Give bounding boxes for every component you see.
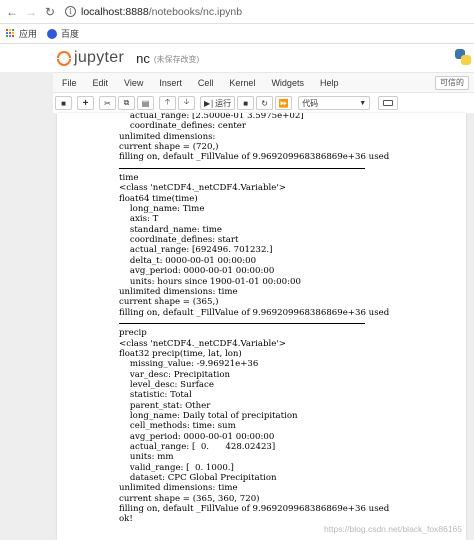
bookmarks-bar: 应用 百度 (0, 24, 474, 44)
output-line: filling on, default _FillValue of 9.9692… (119, 152, 390, 163)
notebook-cell[interactable]: actual_range: [2.5000e-01 3.5975e+02] co… (57, 113, 466, 540)
paste-icon[interactable]: ▤ (137, 96, 154, 110)
chevron-down-icon: ▼ (359, 99, 367, 107)
output-line: time (119, 173, 139, 184)
output-line: unlimited dimensions: time (119, 483, 238, 494)
baidu-paw-icon (47, 28, 58, 39)
menu-insert[interactable]: Insert (151, 78, 190, 88)
copy-icon[interactable]: ⧉ (118, 96, 135, 110)
output-line: valid_range: [ 0. 1000.] (119, 462, 234, 473)
output-line: parent_stat: Other (119, 400, 211, 411)
output-line: cell_methods: time: sum (119, 421, 236, 432)
cell-output: actual_range: [2.5000e-01 3.5975e+02] co… (119, 113, 464, 525)
add-cell-icon[interactable]: + (77, 96, 94, 110)
output-line: current shape = (720,) (119, 142, 219, 153)
move-down-icon[interactable]: 🡣 (178, 96, 195, 110)
python-logo-icon (455, 49, 471, 65)
apps-grid-icon (6, 29, 15, 38)
restart-icon[interactable]: ↻ (256, 96, 274, 110)
output-line: long_name: Time (119, 204, 205, 215)
output-line: avg_period: 0000-00-01 00:00:00 (119, 431, 275, 442)
jupyter-header: jupyter nc (未保存改变) (0, 44, 474, 72)
output-line: long_name: Daily total of precipitation (119, 410, 298, 421)
cell-type-value: 代码 (302, 98, 319, 108)
output-line: actual_range: [2.5000e-01 3.5975e+02] (119, 113, 304, 121)
move-up-icon[interactable]: 🡡 (159, 96, 176, 110)
bookmark-label: 百度 (61, 29, 80, 39)
output-line: units: hours since 1900-01-01 00:00:00 (119, 276, 301, 287)
notebook-toolbar: ■ + ✂ ⧉ ▤ 🡡 🡣 ▶∣ 运行 ■ ↻ ⏩ 代码 ▼ (53, 93, 474, 113)
menu-widgets[interactable]: Widgets (263, 78, 312, 88)
bookmark-apps[interactable]: 应用 (6, 27, 37, 40)
reload-icon[interactable]: ↻ (43, 5, 57, 19)
watermark: https://blog.csdn.net/black_fox86165 (324, 524, 462, 534)
notebook-area: actual_range: [2.5000e-01 3.5975e+02] co… (0, 113, 474, 540)
output-line: float32 precip(time, lat, lon) (119, 348, 242, 359)
output-line: <class 'netCDF4._netCDF4.Variable'> (119, 183, 286, 194)
url-host: localhost:8888 (81, 5, 149, 18)
output-line: missing_value: -9.96921e+36 (119, 359, 259, 370)
output-line: units: mm (119, 452, 174, 463)
output-line: current shape = (365, 360, 720) (119, 493, 260, 504)
browser-address-bar: ← → ↻ i localhost:8888/notebooks/nc.ipyn… (0, 0, 474, 24)
output-line: coordinate_defines: center (119, 121, 246, 132)
output-line: unlimited dimensions: time (119, 286, 238, 297)
output-line: var_desc: Precipitation (119, 369, 231, 380)
menu-edit[interactable]: Edit (85, 78, 117, 88)
output-line: dataset: CPC Global Precipitation (119, 473, 277, 484)
output-separator (119, 318, 464, 328)
bookmark-baidu[interactable]: 百度 (47, 27, 79, 40)
url-path: /notebooks/nc.ipynb (148, 5, 243, 18)
output-line: actual_range: [692496. 701232.] (119, 245, 273, 256)
output-line: filling on, default _FillValue of 9.9692… (119, 307, 390, 318)
run-button[interactable]: ▶∣ 运行 (200, 96, 236, 110)
output-line: delta_t: 0000-00-01 00:00:00 (119, 255, 257, 266)
output-line: precip (119, 328, 147, 339)
save-icon[interactable]: ■ (55, 96, 72, 110)
cut-icon[interactable]: ✂ (99, 96, 116, 110)
output-line: <class 'netCDF4._netCDF4.Variable'> (119, 338, 286, 349)
save-status: (未保存改变) (153, 55, 200, 64)
restart-run-all-icon[interactable]: ⏩ (275, 96, 293, 110)
output-line: coordinate_defines: start (119, 235, 239, 246)
menu-kernel[interactable]: Kernel (221, 78, 263, 88)
info-icon[interactable]: i (65, 6, 76, 17)
output-line: filling on, default _FillValue of 9.9692… (119, 504, 390, 515)
jupyter-logo-icon[interactable] (57, 49, 71, 67)
output-line: level_desc: Surface (119, 379, 214, 390)
menu-help[interactable]: Help (312, 78, 347, 88)
url-field[interactable]: i localhost:8888/notebooks/nc.ipynb (65, 3, 242, 21)
run-icon: ▶∣ (204, 98, 215, 108)
run-label: 运行 (215, 98, 232, 108)
menu-cell[interactable]: Cell (190, 78, 222, 88)
forward-arrow-icon[interactable]: → (24, 5, 38, 19)
cell-type-select[interactable]: 代码 ▼ (298, 96, 371, 110)
output-line: standard_name: time (119, 224, 222, 235)
output-line: avg_period: 0000-00-01 00:00:00 (119, 266, 275, 277)
output-line: float64 time(time) (119, 193, 198, 204)
menu-bar: File Edit View Insert Cell Kernel Widget… (53, 72, 474, 93)
output-line: unlimited dimensions: (119, 131, 216, 142)
output-separator (119, 163, 464, 173)
jupyter-logo-text[interactable]: jupyter (74, 49, 124, 67)
menu-view[interactable]: View (116, 78, 151, 88)
output-line: statistic: Total (119, 390, 192, 401)
notebook-name[interactable]: nc (136, 51, 150, 66)
back-arrow-icon[interactable]: ← (5, 5, 19, 19)
keyboard-icon[interactable] (378, 96, 399, 110)
interrupt-icon[interactable]: ■ (237, 96, 255, 110)
menu-file[interactable]: File (53, 78, 85, 88)
bookmark-label: 应用 (19, 29, 38, 39)
output-line: current shape = (365,) (119, 297, 219, 308)
output-line: actual_range: [ 0. 428.02423] (119, 442, 276, 452)
trusted-badge[interactable]: 可信的 (435, 76, 469, 90)
output-line: axis: T (119, 214, 159, 225)
